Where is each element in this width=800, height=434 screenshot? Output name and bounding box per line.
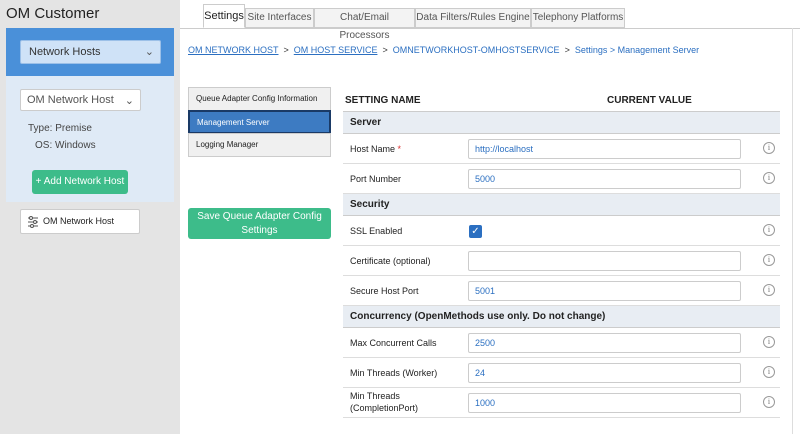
info-circle-icon[interactable]: i: [763, 396, 775, 408]
info-circle-icon[interactable]: i: [763, 142, 775, 154]
breadcrumb-separator: >: [564, 45, 570, 55]
host-select-label: OM Network Host: [27, 94, 114, 106]
chevron-down-icon: ⌄: [124, 95, 134, 107]
info-circle-icon[interactable]: i: [763, 224, 775, 236]
required-marker: *: [397, 144, 402, 154]
breadcrumb-separator: >: [283, 45, 289, 55]
right-divider: [792, 28, 793, 434]
breadcrumb: OM NETWORK HOST > OM HOST SERVICE > OMNETWOR…: [188, 45, 699, 55]
breadcrumb-om-network-host[interactable]: OM NETWORK HOST: [188, 45, 279, 55]
min-threads-completionport-label: Min Threads (CompletionPort): [350, 391, 419, 413]
table-header: SETTING NAME CURRENT VALUE: [343, 88, 780, 112]
tab-telephony-platforms[interactable]: Telephony Platforms: [531, 8, 625, 28]
column-setting-name: SETTING NAME: [345, 95, 421, 106]
section-security: Security: [343, 194, 780, 216]
max-concurrent-calls-label: Max Concurrent Calls: [350, 338, 437, 348]
breadcrumb-service-name[interactable]: OMNETWORKHOST-OMHOSTSERVICE: [393, 45, 560, 55]
checkmark-icon: ✓: [471, 226, 480, 237]
app-title: OM Customer: [6, 5, 100, 22]
host-select[interactable]: OM Network Host ⌄: [20, 89, 141, 111]
host-name-input[interactable]: http://localhost: [468, 139, 741, 159]
info-circle-icon[interactable]: i: [763, 336, 775, 348]
section-concurrency: Concurrency (OpenMethods use only. Do no…: [343, 306, 780, 328]
section-server: Server: [343, 112, 780, 134]
tab-chat-email-processors[interactable]: Chat/Email Processors: [314, 8, 415, 41]
min-threads-completionport-input[interactable]: 1000: [468, 393, 741, 413]
max-concurrent-calls-input[interactable]: 2500: [468, 333, 741, 353]
secure-host-port-label: Secure Host Port: [350, 286, 419, 296]
os-label: OS:: [35, 140, 53, 151]
settings-table: SETTING NAME CURRENT VALUE Server Host N…: [343, 88, 780, 418]
table-row: Min Threads (CompletionPort) 1000 i: [343, 388, 780, 418]
table-row: Port Number 5000 i: [343, 164, 780, 194]
nav-select-container: Network Hosts ⌄: [6, 28, 174, 76]
type-label: Type:: [28, 123, 53, 134]
save-config-button[interactable]: Save Queue Adapter Config Settings: [188, 208, 331, 239]
info-circle-icon[interactable]: i: [763, 284, 775, 296]
tab-divider: [180, 28, 800, 29]
table-row: Certificate (optional) i: [343, 246, 780, 276]
left-panel: OM Customer Network Hosts ⌄ OM Network H…: [0, 0, 180, 434]
port-number-input[interactable]: 5000: [468, 169, 741, 189]
table-row: Max Concurrent Calls 2500 i: [343, 328, 780, 358]
min-threads-worker-input[interactable]: 24: [468, 363, 741, 383]
menu-management-server[interactable]: Management Server: [188, 110, 331, 134]
chevron-down-icon: ⌄: [144, 46, 154, 58]
breadcrumb-separator: >: [382, 45, 388, 55]
tab-settings[interactable]: Settings: [203, 4, 245, 28]
host-list-item[interactable]: OM Network Host: [20, 209, 140, 234]
table-row: Secure Host Port 5001 i: [343, 276, 780, 306]
menu-logging-manager[interactable]: Logging Manager: [188, 133, 331, 157]
setting-label: Host Name *: [350, 144, 401, 154]
breadcrumb-om-host-service[interactable]: OM HOST SERVICE: [294, 45, 378, 55]
type-value: Premise: [55, 123, 92, 134]
tab-site-interfaces[interactable]: Site Interfaces: [245, 8, 314, 28]
host-list-item-label: OM Network Host: [43, 216, 115, 226]
min-threads-worker-label: Min Threads (Worker): [350, 368, 438, 378]
info-circle-icon[interactable]: i: [763, 366, 775, 378]
info-circle-icon[interactable]: i: [763, 254, 775, 266]
add-network-host-button[interactable]: + Add Network Host: [32, 170, 128, 194]
certificate-input[interactable]: [468, 251, 741, 271]
certificate-label: Certificate (optional): [350, 256, 431, 266]
host-type: Type: Premise: [28, 123, 92, 134]
menu-queue-adapter-config[interactable]: Queue Adapter Config Information: [188, 87, 331, 111]
port-number-label: Port Number: [350, 174, 402, 184]
host-os: OS: Windows: [35, 140, 96, 151]
secure-host-port-input[interactable]: 5001: [468, 281, 741, 301]
breadcrumb-current: Settings > Management Server: [574, 45, 700, 55]
ssl-enabled-label: SSL Enabled: [350, 226, 403, 236]
table-row: Host Name * http://localhost i: [343, 134, 780, 164]
column-current-value: CURRENT VALUE: [607, 95, 692, 106]
host-details-panel: OM Network Host ⌄ Type: Premise OS: Wind…: [6, 76, 174, 202]
table-row: Min Threads (Worker) 24 i: [343, 358, 780, 388]
os-value: Windows: [55, 140, 96, 151]
config-menu: Queue Adapter Config Information Managem…: [188, 87, 331, 157]
table-row: SSL Enabled ✓ i: [343, 216, 780, 246]
nav-select-label: Network Hosts: [29, 46, 101, 58]
ssl-enabled-checkbox[interactable]: ✓: [469, 225, 482, 238]
sliders-icon: [28, 216, 38, 228]
tab-data-filters[interactable]: Data Filters/Rules Engine: [415, 8, 531, 28]
info-circle-icon[interactable]: i: [763, 172, 775, 184]
network-hosts-select[interactable]: Network Hosts ⌄: [20, 40, 161, 64]
host-name-label: Host Name: [350, 144, 396, 154]
